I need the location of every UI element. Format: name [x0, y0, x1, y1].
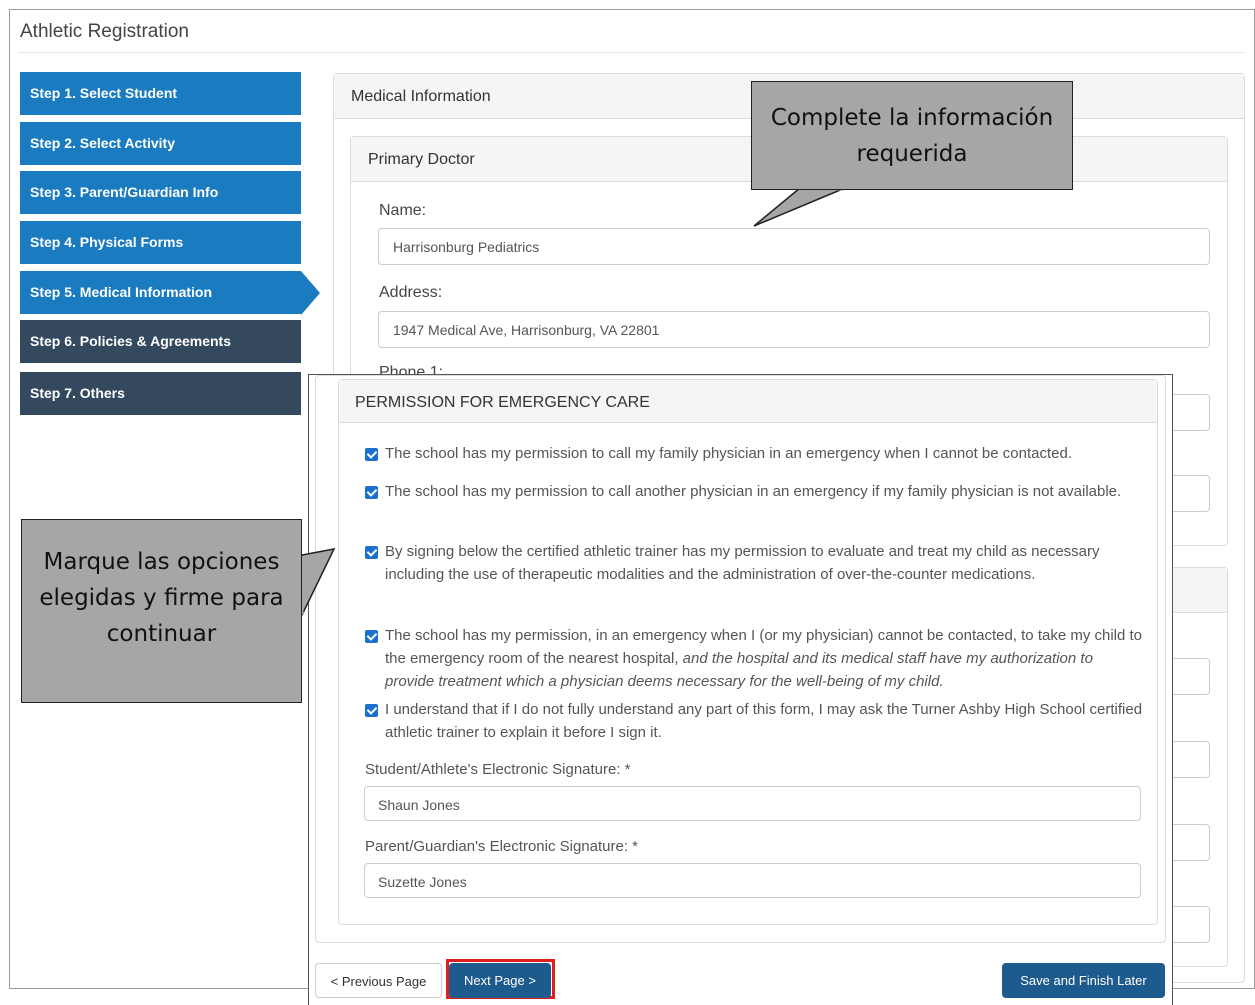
permission-text-4: The school has my permission, in an emer…	[385, 624, 1145, 693]
permission-text-1: The school has my permission to call my …	[385, 445, 1072, 462]
doctor-address-input[interactable]: 1947 Medical Ave, Harrisonburg, VA 22801	[378, 311, 1210, 348]
permission-checkbox-1[interactable]	[365, 448, 378, 461]
callout-pointer-1	[753, 187, 846, 227]
doctor-address-label: Address:	[379, 284, 443, 301]
sidebar-step-5-active[interactable]: Step 5. Medical Information	[20, 271, 320, 315]
student-signature-input[interactable]: Shaun Jones	[364, 786, 1141, 821]
permission-text-2: The school has my permission to call ano…	[385, 483, 1122, 500]
sidebar-step-1[interactable]: Step 1. Select Student	[20, 72, 301, 115]
emergency-care-panel: PERMISSION FOR EMERGENCY CARE The school…	[338, 379, 1158, 925]
overlay-inner-panel: PERMISSION FOR EMERGENCY CARE The school…	[315, 375, 1166, 943]
doctor-name-input[interactable]: Harrisonburg Pediatrics	[378, 228, 1210, 265]
next-page-button[interactable]: Next Page >	[449, 963, 551, 998]
sidebar-step-4[interactable]: Step 4. Physical Forms	[20, 221, 301, 264]
callout-fill-required: Complete la información requerida	[751, 81, 1073, 190]
sidebar-step-3[interactable]: Step 3. Parent/Guardian Info	[20, 171, 301, 214]
previous-page-button[interactable]: < Previous Page	[315, 963, 442, 998]
student-signature-label: Student/Athlete's Electronic Signature: …	[365, 761, 631, 778]
emergency-care-overlay: PERMISSION FOR EMERGENCY CARE The school…	[308, 374, 1173, 1005]
doctor-name-label: Name:	[379, 202, 427, 219]
sidebar-step-7[interactable]: Step 7. Others	[20, 372, 301, 415]
permission-checkbox-4[interactable]	[365, 630, 378, 643]
parent-signature-input[interactable]: Suzette Jones	[364, 863, 1141, 898]
permission-checkbox-2[interactable]	[365, 486, 378, 499]
emergency-care-title: PERMISSION FOR EMERGENCY CARE	[339, 380, 1157, 423]
callout-mark-and-sign: Marque las opciones elegidas y firme par…	[21, 519, 302, 703]
parent-signature-label: Parent/Guardian's Electronic Signature: …	[365, 838, 639, 855]
page-title: Athletic Registration	[20, 21, 189, 42]
sidebar-step-6[interactable]: Step 6. Policies & Agreements	[20, 320, 301, 363]
save-and-finish-later-button[interactable]: Save and Finish Later	[1002, 963, 1165, 998]
title-divider	[18, 52, 1245, 53]
sidebar-step-2[interactable]: Step 2. Select Activity	[20, 122, 301, 165]
permission-checkbox-3[interactable]	[365, 546, 378, 559]
permission-text-5: I understand that if I do not fully unde…	[385, 701, 1143, 741]
permission-checkbox-5[interactable]	[365, 704, 378, 717]
permission-text-3: By signing below the certified athletic …	[385, 543, 1100, 583]
callout-pointer-2	[300, 547, 336, 616]
